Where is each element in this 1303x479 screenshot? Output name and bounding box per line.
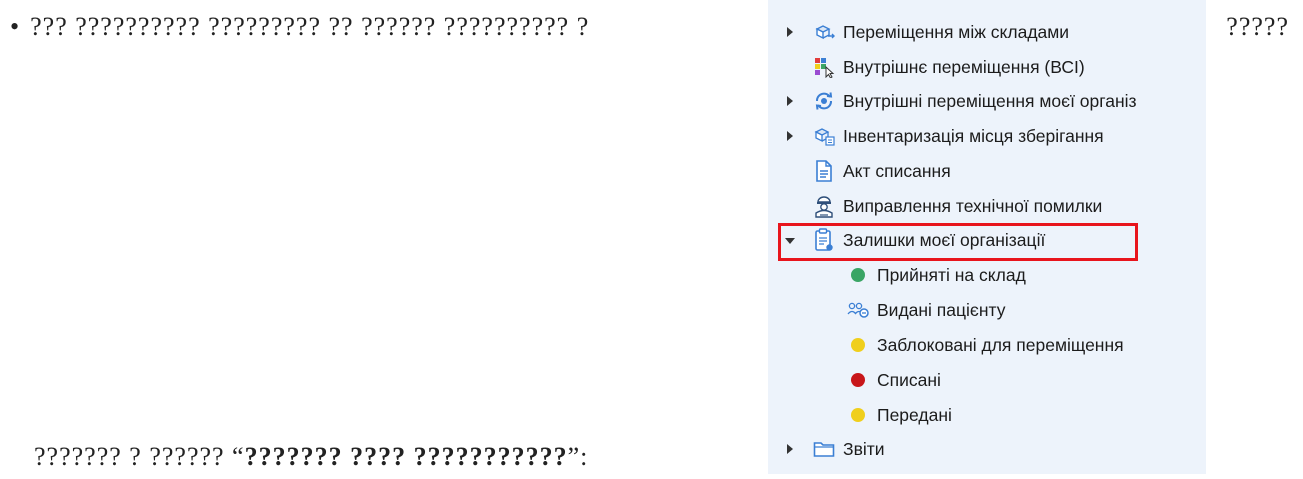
expand-arrow-icon[interactable] [768,131,812,141]
tree-item-storage-inventory[interactable]: Інвентаризація місця зберігання [768,119,1104,153]
tree-item-reports[interactable]: Звіти [768,432,885,466]
tree-child-issued-to-patient[interactable]: Видані пацієнту [802,293,1005,327]
tree-item-label: Внутрішнє переміщення (ВСІ) [843,57,1085,77]
document-line-2-prefix: ??????? ? ?????? “ [34,442,245,471]
tree-item-internal-transfers-my-org[interactable]: Внутрішні переміщення моєї організ [768,84,1137,118]
document-line-1-right-text: ????? [1226,12,1289,41]
tree-item-technical-error-fix[interactable]: Виправлення технічної помилки [768,189,1102,223]
tree-item-transfers-between-warehouses[interactable]: Переміщення між складами [768,15,1069,49]
circular-arrows-icon [812,89,836,113]
collapse-arrow-icon[interactable] [768,236,812,244]
tree-item-label: Прийняті на склад [877,265,1026,285]
red-dot-icon [846,368,870,392]
tree-item-label: Списані [877,370,941,390]
technician-icon [812,194,836,218]
expand-arrow-icon[interactable] [768,96,812,106]
tree-child-blocked-for-transfer[interactable]: Заблоковані для переміщення [802,328,1124,362]
bullet-marker: • [10,12,21,41]
boxes-move-icon [812,20,836,44]
tree-item-label: Заблоковані для переміщення [877,335,1124,355]
tree-item-label: Залишки моєї організації [843,230,1046,250]
navigation-tree-panel: Переміщення між складами Внутрішнє перем… [768,0,1206,474]
expand-arrow-icon[interactable] [768,27,812,37]
yellow-dot-icon [846,403,870,427]
boxes-inventory-icon [812,124,836,148]
expand-arrow-icon[interactable] [768,444,812,454]
tree-item-internal-transfer-vsi[interactable]: Внутрішнє переміщення (ВСІ) [768,50,1085,84]
tree-item-label: Інвентаризація місця зберігання [843,126,1104,146]
color-grid-cursor-icon [812,55,836,79]
tree-item-label: Видані пацієнту [877,300,1006,320]
folder-icon [812,437,836,461]
tree-child-written-off[interactable]: Списані [802,363,941,397]
document-line-2-bold: ??????? ???? ??????????? [244,442,568,471]
tree-item-label: Акт списання [843,161,951,181]
tree-item-label: Звіти [843,439,885,459]
yellow-dot-icon [846,333,870,357]
tree-child-accepted-to-warehouse[interactable]: Прийняті на склад [802,258,1026,292]
clipboard-icon [812,228,836,252]
document-bullet-line: • ??? ?????????? ????????? ?? ?????? ????… [10,12,589,42]
tree-item-label: Переміщення між складами [843,22,1070,42]
document-line-1-text: ??? ?????????? ????????? ?? ?????? ?????… [30,12,590,41]
tree-child-transferred[interactable]: Передані [802,398,952,432]
green-dot-icon [846,263,870,287]
patients-icon [846,298,870,322]
tree-item-label: Внутрішні переміщення моєї організ [843,91,1137,111]
document-line-2-suffix: ”: [567,442,589,471]
tree-item-write-off-act[interactable]: Акт списання [768,154,951,188]
tree-item-label: Передані [877,405,952,425]
document-icon [812,159,836,183]
tree-item-my-org-balances[interactable]: Залишки моєї організації [768,223,1045,257]
tree-item-label: Виправлення технічної помилки [843,196,1103,216]
document-line-2: ??????? ? ?????? “??????? ???? ?????????… [34,442,588,472]
